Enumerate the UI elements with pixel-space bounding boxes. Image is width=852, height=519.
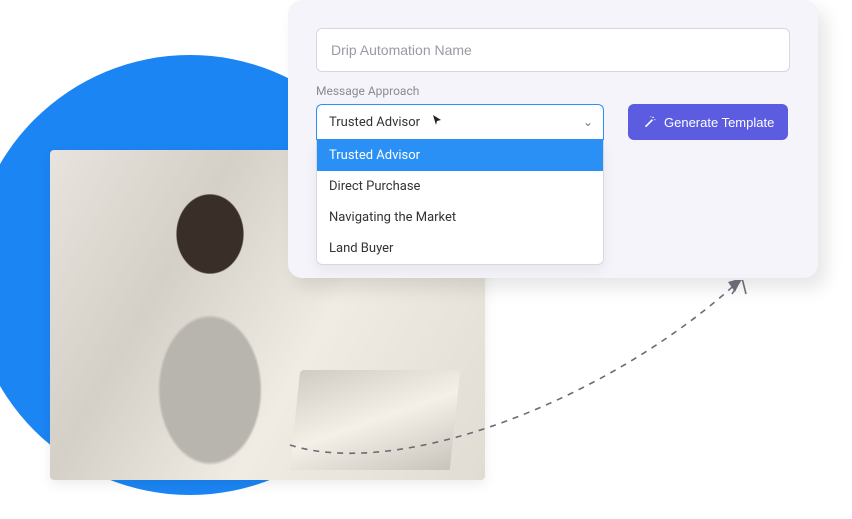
automation-name-input[interactable] bbox=[316, 28, 790, 72]
message-approach-label: Message Approach bbox=[316, 84, 604, 98]
dropdown-option[interactable]: Trusted Advisor bbox=[317, 140, 603, 171]
generate-template-label: Generate Template bbox=[664, 115, 774, 130]
dropdown-option[interactable]: Direct Purchase bbox=[317, 171, 603, 202]
dropdown-option[interactable]: Land Buyer bbox=[317, 233, 603, 264]
dropdown-option[interactable]: Navigating the Market bbox=[317, 202, 603, 233]
automation-card: Message Approach Trusted Advisor ⌄ Trust… bbox=[288, 0, 818, 278]
chevron-down-icon: ⌄ bbox=[583, 115, 593, 129]
magic-wand-icon bbox=[642, 115, 656, 129]
cursor-icon bbox=[431, 114, 443, 130]
message-approach-dropdown: Trusted Advisor Direct Purchase Navigati… bbox=[316, 140, 604, 265]
message-approach-select[interactable]: Trusted Advisor ⌄ bbox=[316, 104, 604, 140]
generate-template-button[interactable]: Generate Template bbox=[628, 104, 788, 140]
message-approach-selected: Trusted Advisor bbox=[329, 115, 420, 130]
